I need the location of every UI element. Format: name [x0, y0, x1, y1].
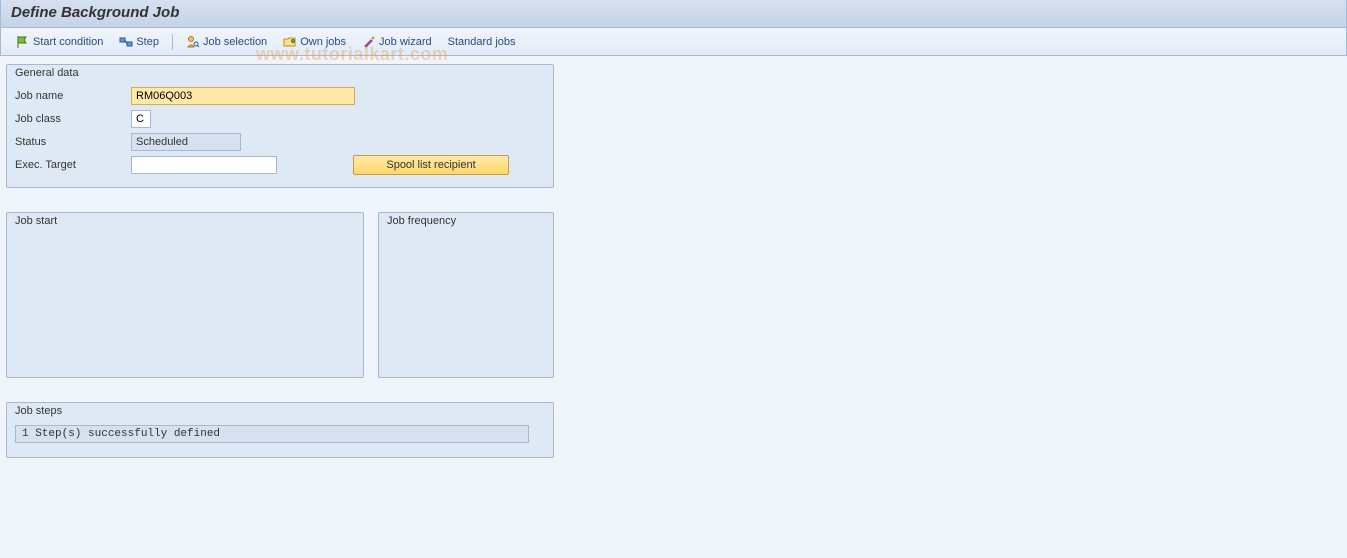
own-jobs-button[interactable]: Own jobs: [276, 32, 353, 52]
general-data-group: General data Job name Job class Status E…: [6, 64, 554, 188]
toolbar-label: Job selection: [203, 36, 267, 48]
job-wizard-button[interactable]: Job wizard: [355, 32, 439, 52]
job-class-input[interactable]: [131, 110, 151, 128]
job-steps-group: Job steps 1 Step(s) successfully defined: [6, 402, 554, 458]
exec-target-input[interactable]: [131, 156, 277, 174]
job-steps-message: 1 Step(s) successfully defined: [15, 425, 529, 443]
toolbar-label: Start condition: [33, 36, 103, 48]
person-search-icon: [186, 35, 200, 49]
toolbar-label: Job wizard: [379, 36, 432, 48]
wizard-icon: [362, 35, 376, 49]
toolbar-separator: [172, 34, 173, 50]
folder-person-icon: [283, 35, 297, 49]
step-icon: [119, 35, 133, 49]
job-class-label: Job class: [15, 113, 131, 125]
flag-icon: [16, 35, 30, 49]
application-toolbar: Start condition Step Job selection Own j…: [0, 28, 1347, 56]
spool-list-recipient-button[interactable]: Spool list recipient: [353, 155, 509, 175]
group-title: General data: [7, 65, 553, 85]
toolbar-label: Own jobs: [300, 36, 346, 48]
status-field: [131, 133, 241, 151]
group-title: Job frequency: [379, 213, 553, 233]
toolbar-label: Step: [136, 36, 159, 48]
job-name-input[interactable]: [131, 87, 355, 105]
group-title: Job steps: [7, 403, 553, 423]
standard-jobs-button[interactable]: Standard jobs: [441, 32, 523, 52]
job-name-label: Job name: [15, 90, 131, 102]
job-frequency-group: Job frequency: [378, 212, 554, 378]
step-button[interactable]: Step: [112, 32, 166, 52]
job-selection-button[interactable]: Job selection: [179, 32, 274, 52]
group-title: Job start: [7, 213, 363, 233]
status-label: Status: [15, 136, 131, 148]
page-title: Define Background Job: [11, 4, 1336, 21]
title-bar: Define Background Job: [0, 0, 1347, 28]
toolbar-label: Standard jobs: [448, 36, 516, 48]
job-start-group: Job start: [6, 212, 364, 378]
start-condition-button[interactable]: Start condition: [9, 32, 110, 52]
content-area: General data Job name Job class Status E…: [0, 56, 1347, 490]
exec-target-label: Exec. Target: [15, 159, 131, 171]
